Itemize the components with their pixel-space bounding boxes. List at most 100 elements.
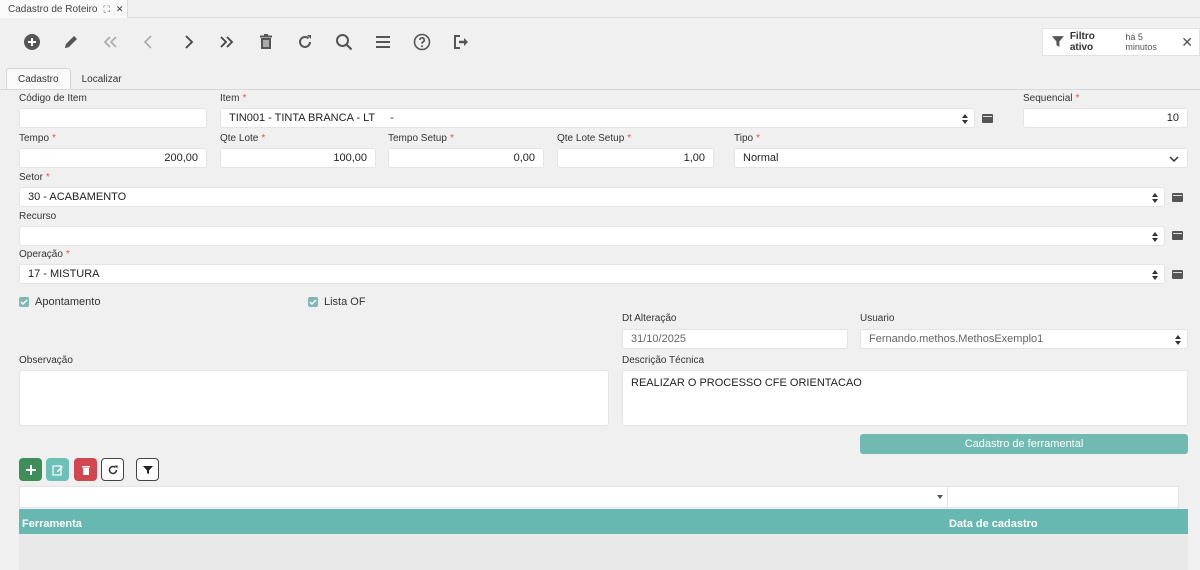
trash-icon [81, 465, 90, 475]
plus-icon [25, 464, 36, 475]
document-tab-bar: Cadastro de Roteiro ⛶ ✕ [0, 0, 1200, 18]
document-tab[interactable]: Cadastro de Roteiro ⛶ ✕ [0, 0, 129, 18]
delete-button[interactable] [246, 28, 285, 56]
tempo-label: Tempo * [19, 133, 56, 144]
search-button[interactable] [324, 28, 363, 56]
dt-alteracao-label: Dt Alteração [622, 313, 677, 324]
sequencial-input[interactable]: 10 [1023, 108, 1188, 128]
tempo-setup-input[interactable]: 0,00 [388, 148, 544, 168]
refresh-icon [298, 35, 311, 48]
refresh-button[interactable] [285, 28, 324, 56]
double-chevron-left-icon [103, 36, 117, 48]
chevron-down-icon [1169, 156, 1179, 163]
form-tabs: Cadastro Localizar [6, 68, 133, 90]
double-chevron-right-icon [219, 36, 233, 48]
grid-body [19, 534, 1188, 570]
tab-localizar[interactable]: Localizar [71, 68, 133, 90]
document-tab-title: Cadastro de Roteiro [8, 3, 98, 15]
close-icon[interactable]: ✕ [116, 4, 124, 15]
setor-label: Setor * [19, 172, 50, 183]
apontamento-label: Apontamento [35, 296, 101, 308]
recurso-lookup-icon[interactable] [1172, 231, 1183, 240]
cadastro-ferramental-button[interactable]: Cadastro de ferramental [860, 434, 1188, 454]
tipo-select[interactable]: Normal [734, 148, 1188, 168]
select-arrows-icon [1175, 335, 1181, 345]
select-arrows-icon [1152, 232, 1158, 242]
funnel-icon [142, 465, 153, 474]
descricao-tecnica-textarea[interactable]: REALIZAR O PROCESSO CFE ORIENTACAO [622, 370, 1188, 426]
caret-down-icon[interactable] [937, 495, 943, 499]
filter-time: há 5 minutos [1125, 32, 1157, 52]
check-icon [20, 299, 28, 305]
grid-delete-button[interactable] [74, 458, 97, 481]
grid-add-button[interactable] [19, 458, 42, 481]
first-record-button[interactable] [90, 28, 129, 56]
apontamento-checkbox[interactable] [19, 297, 29, 307]
chevron-right-icon [184, 35, 193, 49]
qte-lote-label: Qte Lote * [220, 133, 266, 144]
grid-filter-row[interactable] [19, 486, 1179, 508]
help-icon [413, 33, 430, 51]
tab-divider [0, 89, 1200, 90]
item-select[interactable]: TIN001 - TINTA BRANCA - LT - [220, 108, 975, 128]
setor-lookup-icon[interactable] [1172, 193, 1183, 202]
grid-edit-button[interactable] [46, 458, 69, 481]
dt-alteracao-input[interactable]: 31/10/2025 [622, 329, 848, 349]
grid-header: Ferramenta Data de cadastro [19, 509, 1188, 534]
operacao-label: Operação * [19, 249, 70, 260]
column-header-ferramenta[interactable]: Ferramenta [22, 518, 82, 530]
tempo-setup-label: Tempo Setup * [388, 133, 454, 144]
operacao-lookup-icon[interactable] [1172, 270, 1183, 279]
add-button[interactable] [12, 28, 51, 56]
previous-record-button[interactable] [129, 28, 168, 56]
codigo-item-label: Código de Item [19, 93, 87, 104]
select-arrows-icon [962, 114, 968, 124]
setor-select[interactable]: 30 - ACABAMENTO [19, 187, 1165, 207]
filter-title: Filtro ativo [1069, 31, 1095, 53]
observacao-textarea[interactable] [19, 370, 609, 426]
exit-button[interactable] [441, 28, 480, 56]
grid-filter-button[interactable] [136, 458, 159, 481]
operacao-select[interactable]: 17 - MISTURA [19, 264, 1165, 284]
maximize-icon[interactable]: ⛶ [104, 4, 110, 15]
menu-button[interactable] [363, 28, 402, 56]
check-icon [309, 299, 317, 305]
tab-cadastro[interactable]: Cadastro [6, 68, 71, 90]
grid-refresh-button[interactable] [101, 458, 124, 481]
select-arrows-icon [1152, 270, 1158, 280]
item-label: Item * [220, 93, 247, 104]
lista-of-checkbox[interactable] [308, 297, 318, 307]
recurso-select[interactable] [19, 226, 1165, 246]
usuario-select[interactable]: Fernando.methos.MethosExemplo1 [860, 329, 1188, 349]
codigo-item-input[interactable] [19, 108, 207, 128]
grid-filter-divider [947, 487, 948, 507]
descricao-tecnica-label: Descrição Técnica [622, 355, 705, 366]
active-filter-badge: Filtro ativo há 5 minutos ✕ [1042, 28, 1200, 56]
main-toolbar [12, 28, 480, 56]
item-lookup-icon[interactable] [982, 114, 993, 123]
help-button[interactable] [402, 28, 441, 56]
select-arrows-icon [1152, 193, 1158, 203]
pencil-icon [64, 36, 77, 48]
funnel-icon [1051, 36, 1064, 47]
observacao-label: Observação [19, 355, 73, 366]
sequencial-label: Sequencial * [1023, 93, 1080, 104]
exit-icon [453, 35, 468, 49]
menu-icon [375, 36, 390, 48]
qte-lote-setup-label: Qte Lote Setup * [557, 133, 632, 144]
edit-icon [51, 464, 63, 476]
tempo-input[interactable]: 200,00 [19, 148, 207, 168]
lista-of-label: Lista OF [324, 296, 366, 308]
column-header-data-cadastro[interactable]: Data de cadastro [949, 518, 1038, 530]
recurso-label: Recurso [19, 211, 57, 222]
search-icon [335, 34, 352, 51]
qte-lote-setup-input[interactable]: 1,00 [557, 148, 714, 168]
add-circle-icon [23, 34, 40, 50]
clear-filter-close-icon[interactable]: ✕ [1181, 35, 1193, 49]
edit-button[interactable] [51, 28, 90, 56]
last-record-button[interactable] [207, 28, 246, 56]
tipo-label: Tipo * [734, 133, 760, 144]
qte-lote-input[interactable]: 100,00 [220, 148, 376, 168]
next-record-button[interactable] [168, 28, 207, 56]
trash-icon [259, 34, 272, 49]
